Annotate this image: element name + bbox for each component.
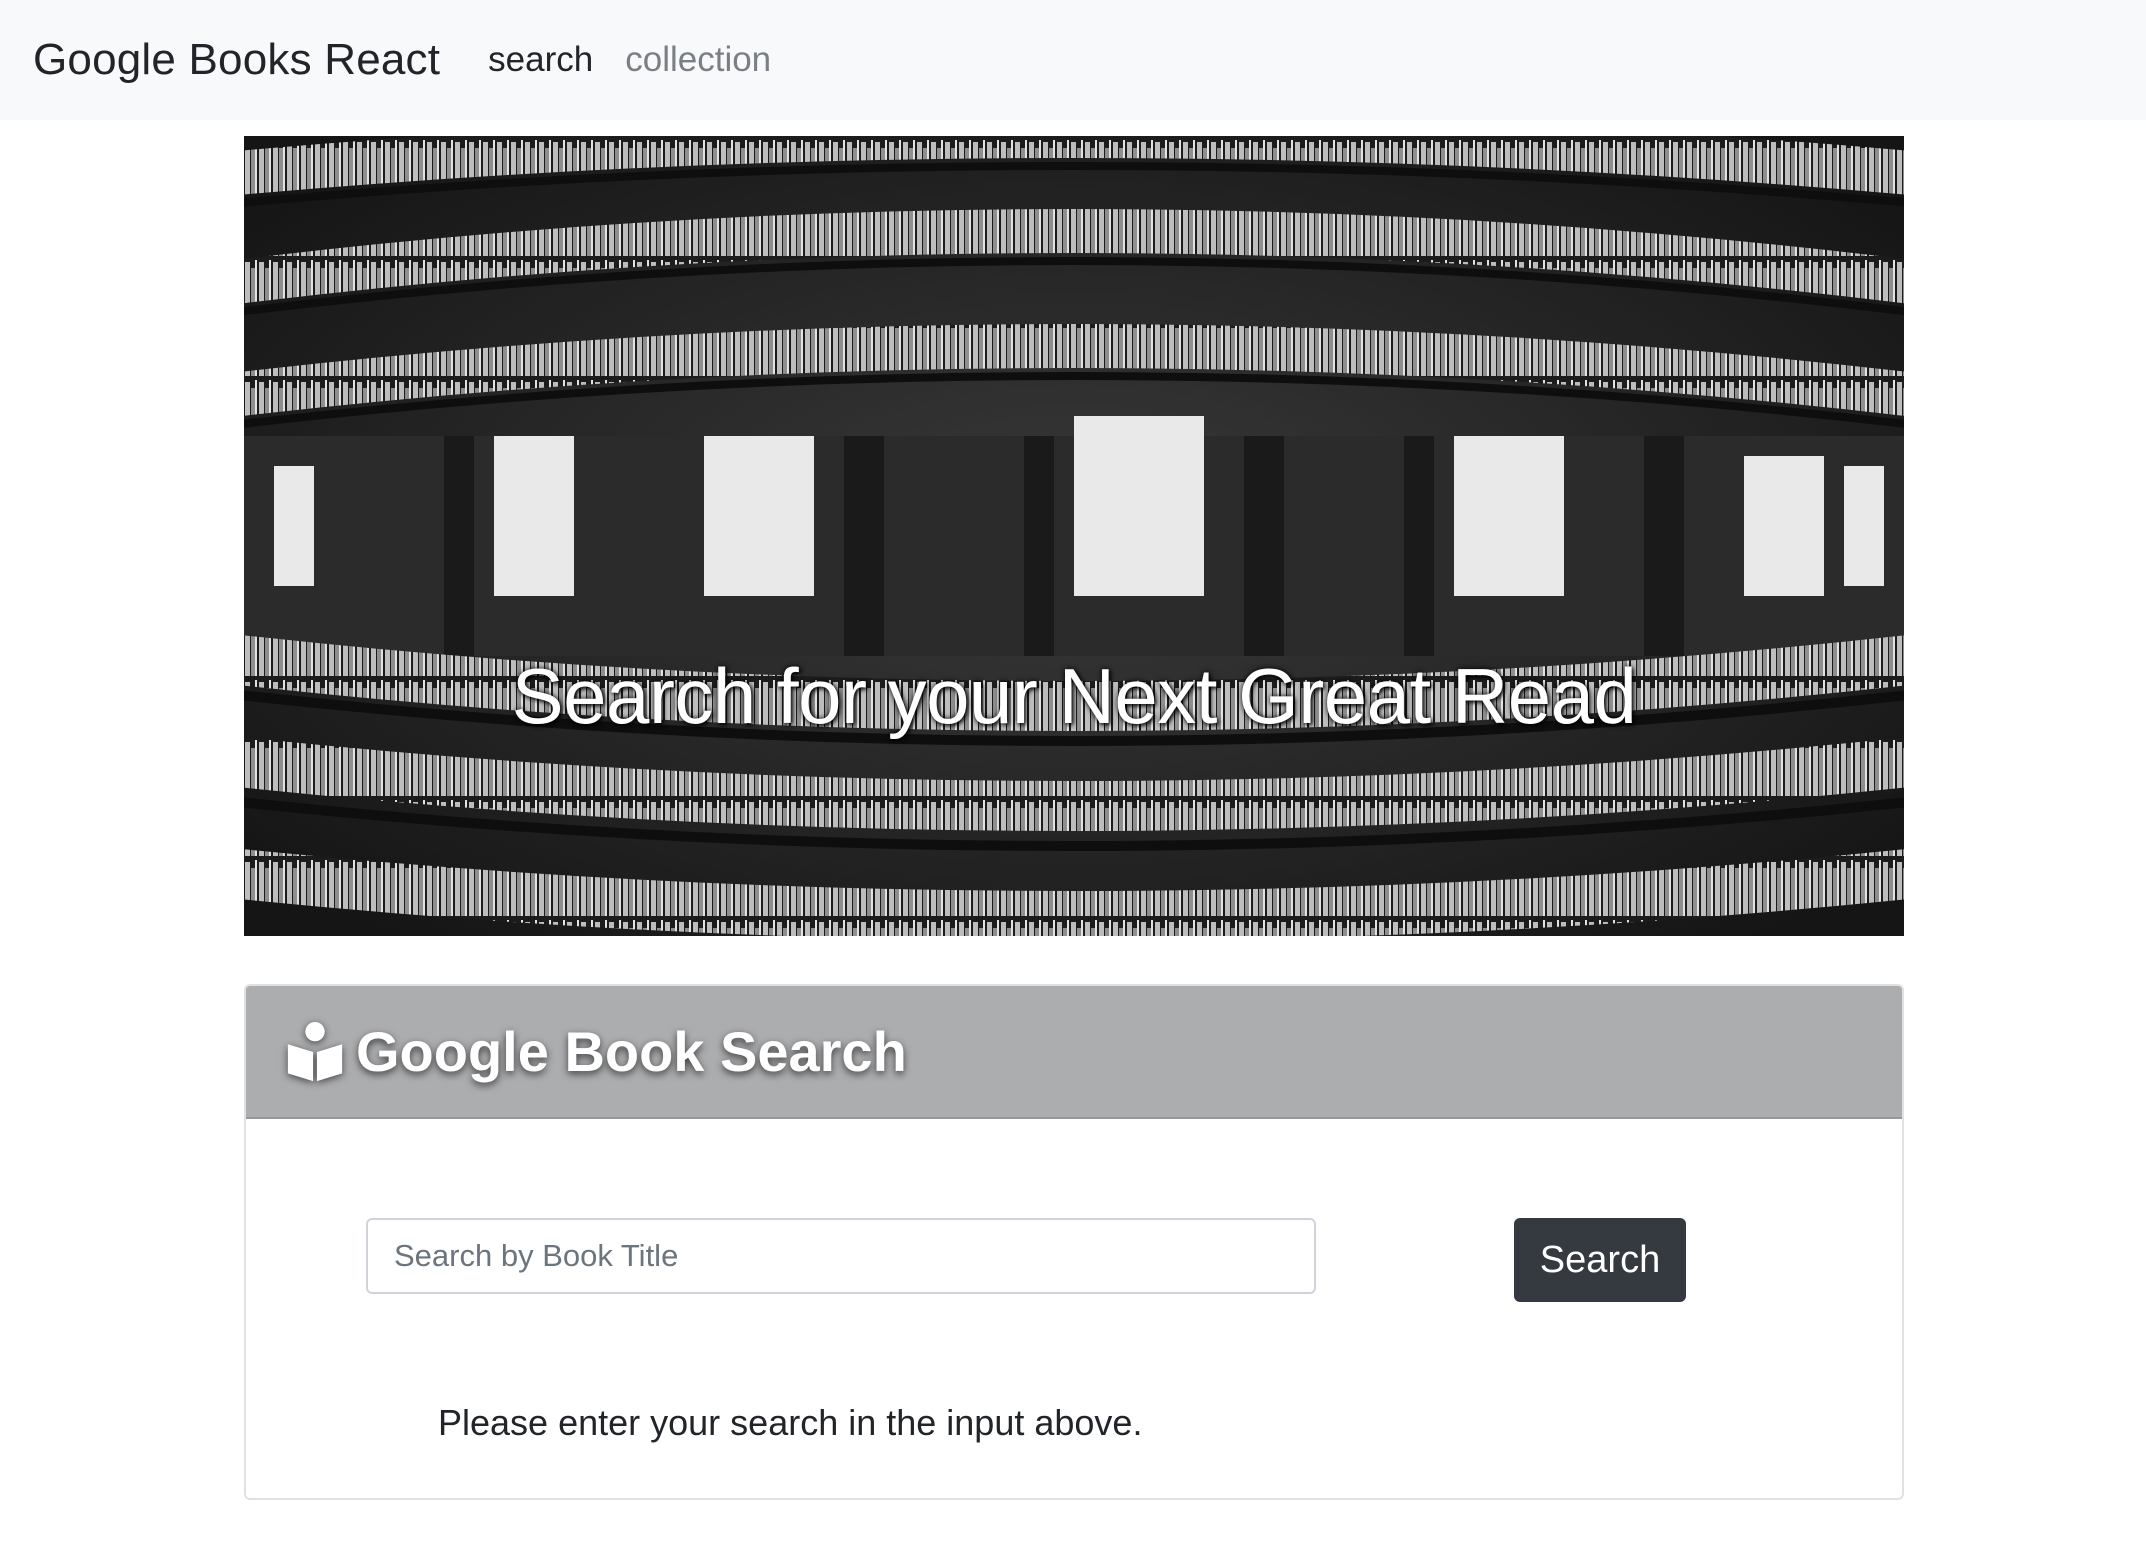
- navbar: Google Books React search collection: [0, 0, 2146, 120]
- navbar-brand[interactable]: Google Books React: [33, 35, 440, 85]
- nav-link-search[interactable]: search: [488, 40, 593, 80]
- book-title-search-input[interactable]: [366, 1218, 1316, 1294]
- empty-results-message: Please enter your search in the input ab…: [438, 1402, 1143, 1443]
- hero-banner: Search for your Next Great Read: [244, 136, 1904, 936]
- nav-link-collection[interactable]: collection: [625, 40, 771, 80]
- search-card-header: Google Book Search: [246, 986, 1902, 1119]
- book-reader-icon: [287, 1021, 343, 1081]
- search-card-title: Google Book Search: [356, 1020, 907, 1083]
- hero-title: Search for your Next Great Read: [511, 652, 1637, 740]
- library-shelves-image: [244, 136, 1904, 936]
- search-button[interactable]: Search: [1514, 1218, 1686, 1302]
- search-card: Google Book Search Search Please enter y…: [244, 984, 1904, 1500]
